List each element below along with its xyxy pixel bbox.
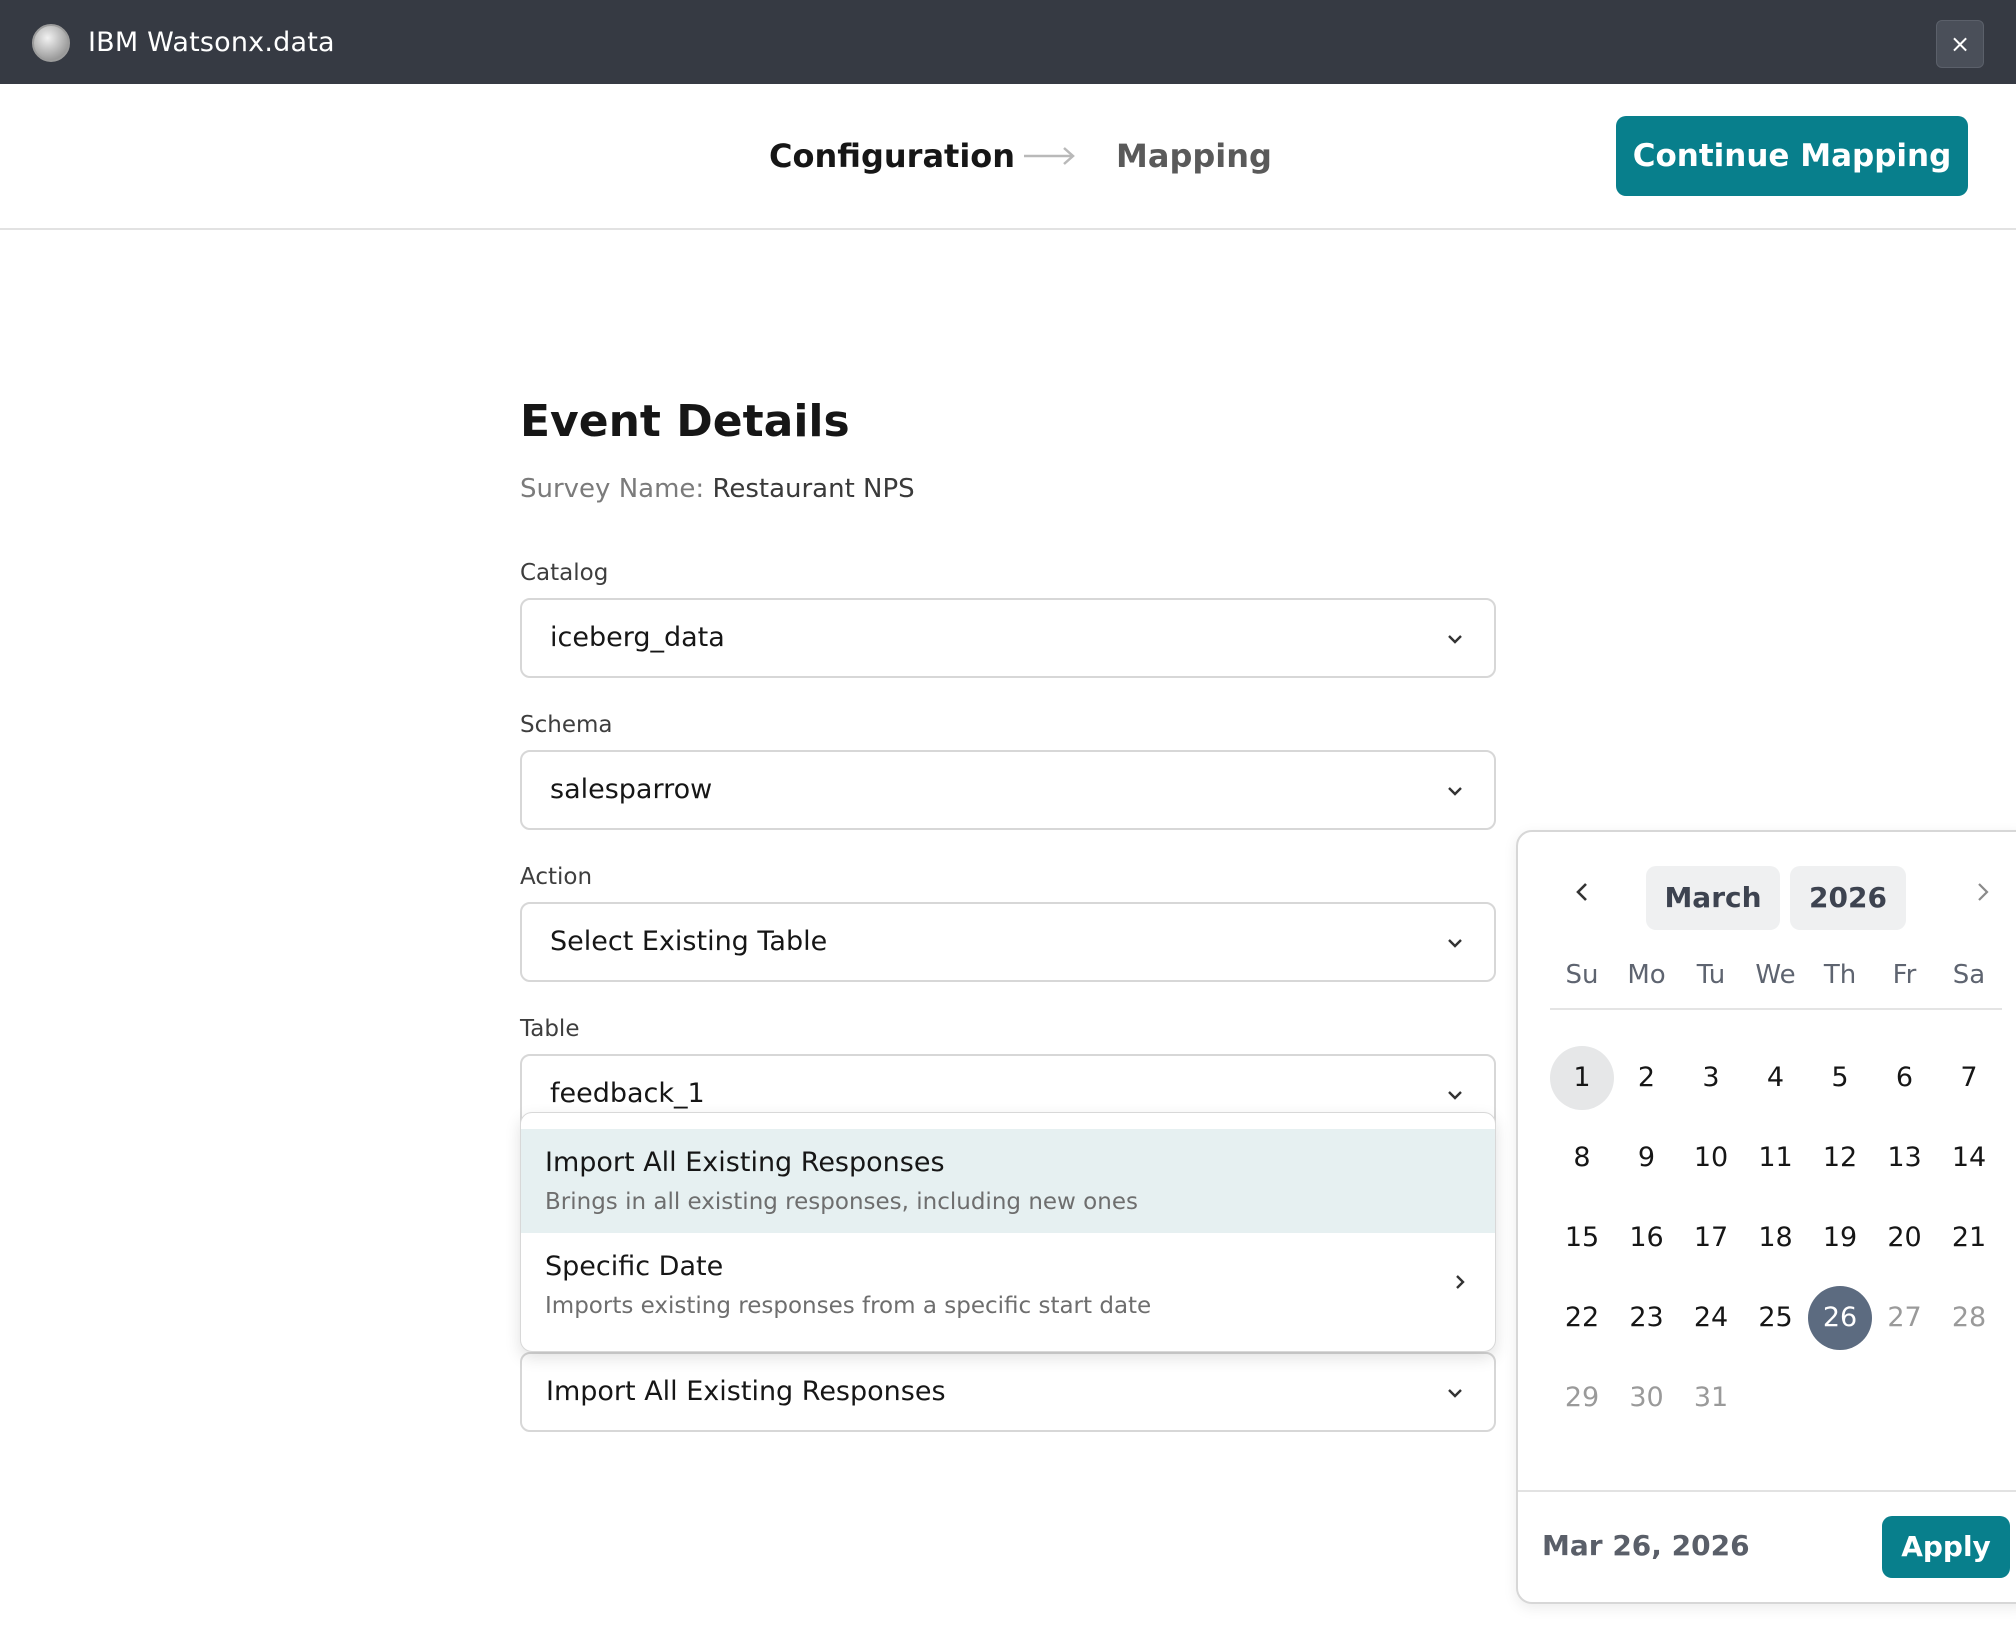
chevron-down-icon <box>1448 1389 1462 1398</box>
calendar-day[interactable]: 20 <box>1873 1206 1937 1270</box>
chevron-left-icon[interactable] <box>1562 872 1602 912</box>
calendar-day[interactable]: 28 <box>1937 1286 2001 1350</box>
catalog-select[interactable]: iceberg_data <box>520 598 1496 678</box>
survey-name: Survey Name: Restaurant NPS <box>520 474 915 504</box>
step-mapping[interactable]: Mapping <box>1116 134 1272 178</box>
calendar-day[interactable]: 11 <box>1744 1126 1808 1190</box>
chevron-down-icon <box>1448 1091 1462 1100</box>
survey-name-value: Restaurant NPS <box>712 474 915 504</box>
date-picker: March 2026 Su Mo Tu We Th Fr Sa 1 2 3 4 5 6 7 8 9 10 11 1… <box>1516 830 2016 1604</box>
calendar-day[interactable]: 25 <box>1744 1286 1808 1350</box>
chevron-down-icon <box>1448 787 1462 796</box>
weekday-label: Th <box>1823 960 1857 990</box>
calendar-day[interactable]: 29 <box>1550 1366 1614 1430</box>
import-option-select[interactable]: Import All Existing Responses <box>520 1352 1496 1432</box>
import-options-menu: Import All Existing Responses Brings in … <box>520 1112 1496 1352</box>
calendar-day[interactable]: 17 <box>1679 1206 1743 1270</box>
calendar-day[interactable]: 7 <box>1937 1046 2001 1110</box>
calendar-day[interactable]: 22 <box>1550 1286 1614 1350</box>
schema-label: Schema <box>520 712 613 738</box>
import-option-value: Import All Existing Responses <box>546 1376 946 1407</box>
month-selector[interactable]: March <box>1646 866 1780 930</box>
schema-value: salesparrow <box>550 774 713 805</box>
calendar-day[interactable]: 23 <box>1615 1286 1679 1350</box>
weekday-label: Mo <box>1627 960 1666 990</box>
weekday-label: Fr <box>1892 960 1917 990</box>
menu-item-specific-date[interactable]: Specific Date Imports existing responses… <box>521 1233 1495 1337</box>
calendar-day[interactable]: 18 <box>1744 1206 1808 1270</box>
weekday-label: Tu <box>1696 960 1726 990</box>
step-configuration[interactable]: Configuration <box>769 134 1015 178</box>
continue-mapping-button[interactable]: Continue Mapping <box>1616 116 1968 196</box>
calendar-day[interactable]: 27 <box>1873 1286 1937 1350</box>
app-title: IBM Watsonx.data <box>88 27 335 58</box>
catalog-value: iceberg_data <box>550 622 725 653</box>
calendar-day[interactable]: 6 <box>1873 1046 1937 1110</box>
calendar-day[interactable]: 21 <box>1937 1206 2001 1270</box>
app-titlebar: IBM Watsonx.data × <box>0 0 2016 84</box>
chevron-down-icon <box>1448 939 1462 948</box>
weekday-label: We <box>1755 960 1796 990</box>
weekday-label: Sa <box>1952 960 1986 990</box>
close-button[interactable]: × <box>1936 20 1984 68</box>
calendar-day[interactable]: 16 <box>1615 1206 1679 1270</box>
calendar-day[interactable]: 1 <box>1550 1046 1614 1110</box>
calendar-day[interactable]: 15 <box>1550 1206 1614 1270</box>
chevron-right-icon <box>1456 1275 1465 1289</box>
page-title: Event Details <box>520 396 850 447</box>
weekday-header: Su Mo Tu We Th Fr Sa <box>1550 960 2002 1010</box>
calendar-day[interactable]: 9 <box>1615 1126 1679 1190</box>
app-logo-icon <box>32 24 70 62</box>
action-select[interactable]: Select Existing Table <box>520 902 1496 982</box>
catalog-label: Catalog <box>520 560 609 586</box>
year-selector[interactable]: 2026 <box>1790 866 1906 930</box>
calendar-day[interactable]: 4 <box>1744 1046 1808 1110</box>
calendar-day[interactable]: 2 <box>1615 1046 1679 1110</box>
chevron-right-icon[interactable] <box>1962 872 2002 912</box>
menu-item-title: Specific Date <box>545 1251 724 1282</box>
stepper-header: Configuration Mapping Continue Mapping <box>0 84 2016 230</box>
chevron-down-icon <box>1448 635 1462 644</box>
calendar-day[interactable]: 19 <box>1808 1206 1872 1270</box>
menu-item-title: Import All Existing Responses <box>545 1147 945 1178</box>
calendar-day[interactable]: 31 <box>1679 1366 1743 1430</box>
calendar-day[interactable]: 24 <box>1679 1286 1743 1350</box>
calendar-day[interactable]: 13 <box>1873 1126 1937 1190</box>
weekday-label: Su <box>1565 960 1599 990</box>
calendar-day[interactable]: 10 <box>1679 1126 1743 1190</box>
menu-item-subtitle: Brings in all existing responses, includ… <box>545 1189 1138 1215</box>
schema-select[interactable]: salesparrow <box>520 750 1496 830</box>
calendar-day[interactable]: 8 <box>1550 1126 1614 1190</box>
calendar-day[interactable]: 12 <box>1808 1126 1872 1190</box>
action-value: Select Existing Table <box>550 926 828 957</box>
menu-item-import-all[interactable]: Import All Existing Responses Brings in … <box>521 1129 1495 1233</box>
menu-item-subtitle: Imports existing responses from a specif… <box>545 1293 1152 1319</box>
table-label: Table <box>520 1016 580 1042</box>
calendar-day[interactable]: 14 <box>1937 1126 2001 1190</box>
arrow-right-icon <box>1024 147 1075 165</box>
action-label: Action <box>520 864 593 890</box>
calendar-day[interactable]: 5 <box>1808 1046 1872 1110</box>
calendar-day[interactable]: 30 <box>1615 1366 1679 1430</box>
selected-date-label: Mar 26, 2026 <box>1542 1529 1750 1562</box>
calendar-day[interactable]: 3 <box>1679 1046 1743 1110</box>
apply-button[interactable]: Apply <box>1882 1516 2010 1578</box>
divider <box>1518 1490 2016 1492</box>
calendar-day[interactable]: 26 <box>1808 1286 1872 1350</box>
survey-name-label: Survey Name: <box>520 474 705 504</box>
